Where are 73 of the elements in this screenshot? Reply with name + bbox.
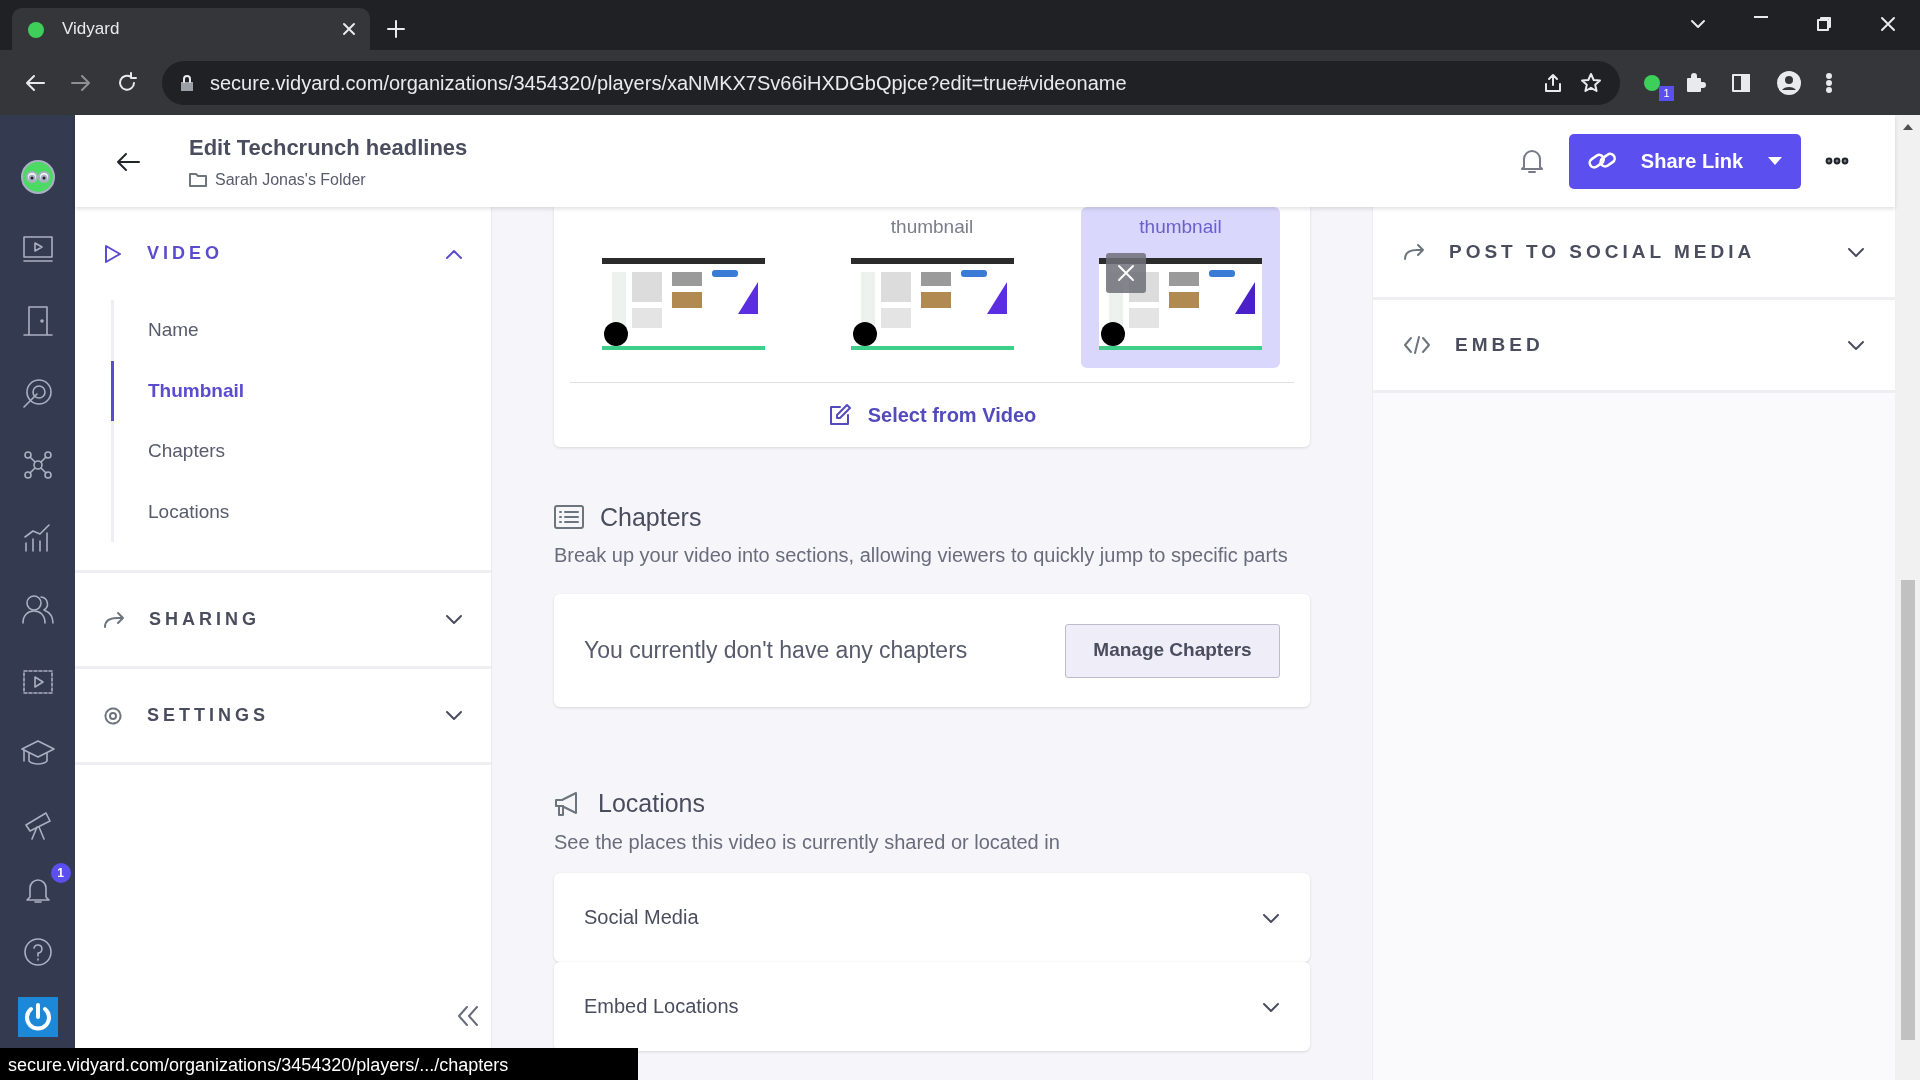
plus-icon	[386, 18, 406, 39]
power-icon[interactable]	[17, 997, 58, 1037]
section-header[interactable]: SHARING	[75, 573, 491, 666]
share-arrow-icon	[103, 610, 125, 629]
section-header[interactable]: SETTINGS	[75, 669, 491, 762]
extension-icon	[1644, 74, 1660, 91]
scrollbar-thumb[interactable]	[1900, 580, 1915, 1040]
share-link-button[interactable]: Share Link	[1569, 133, 1801, 189]
accordion-title: Social Media	[584, 905, 699, 930]
more-icon	[1826, 71, 1832, 94]
url-text: secure.vidyard.com/organizations/3454320/players/xaNMKX7Sv66iHXDGbQpjce?edit=true#videoname	[210, 70, 1128, 96]
section-title: POST TO SOCIAL MEDIA	[1449, 239, 1757, 264]
section-description: Break up your video into sections, allowing viewers to quickly jump to specific parts	[554, 543, 1289, 568]
manage-chapters-button[interactable]: Manage Chapters	[1065, 623, 1280, 678]
chevron-down-icon	[1262, 912, 1280, 925]
section-title: SHARING	[149, 608, 261, 631]
edit-icon	[827, 402, 852, 427]
section-heading: Chapters	[600, 501, 702, 533]
notification-badge: 1	[50, 863, 71, 883]
play-icon	[103, 242, 123, 265]
close-icon	[342, 22, 356, 36]
code-icon	[1403, 335, 1431, 355]
scroll-up-icon[interactable]	[1901, 123, 1914, 131]
reload-icon	[116, 71, 138, 94]
lock-icon	[180, 73, 194, 92]
section-heading: Locations	[598, 788, 706, 819]
folder-name: Sarah Jonas's Folder	[215, 169, 366, 190]
share-arrow-icon	[1403, 243, 1425, 261]
section-header[interactable]: VIDEO	[75, 207, 491, 300]
folder-icon	[189, 171, 207, 188]
accordion-item[interactable]: Embed Locations	[554, 961, 1310, 1051]
status-url: secure.vidyard.com/organizations/3454320/players/.../chapters	[0, 1048, 638, 1080]
extension-badge: 1	[1659, 85, 1674, 101]
profile-icon	[1776, 69, 1802, 96]
section-header[interactable]: POST TO SOCIAL MEDIA	[1373, 207, 1895, 300]
sidebar-icon	[1730, 71, 1752, 94]
share-icon	[1542, 71, 1564, 94]
more-icon	[1825, 157, 1849, 165]
settings-icon	[103, 705, 123, 726]
accordion-item[interactable]: Social Media	[554, 872, 1310, 962]
browser-tab[interactable]: Vidyard	[12, 8, 370, 50]
close-icon	[1117, 264, 1135, 282]
star-icon	[1580, 71, 1602, 94]
chevron-down-icon	[445, 710, 463, 723]
list-icon	[554, 505, 584, 530]
select-from-video-button[interactable]: Select from Video	[821, 398, 1043, 431]
thumbnail-label: thumbnail	[1138, 215, 1223, 239]
double-chevron-icon	[455, 1004, 481, 1028]
tab-title: Vidyard	[62, 18, 121, 41]
section-header[interactable]: EMBED	[1373, 300, 1895, 393]
accordion-title: Embed Locations	[584, 994, 739, 1019]
chevron-down-icon	[1847, 339, 1865, 352]
restore-icon	[1816, 16, 1832, 32]
thumbnail-label: thumbnail	[889, 215, 975, 239]
puzzle-icon	[1684, 71, 1706, 94]
close-icon	[1880, 16, 1896, 32]
caret-icon	[1767, 156, 1784, 166]
section-description: See the places this video is currently shared or located in	[554, 829, 1061, 855]
section-title: EMBED	[1455, 332, 1545, 357]
address-bar[interactable]: secure.vidyard.com/organizations/3454320/players/xaNMKX7Sv66iHXDGbQpjce?edit=true#videoname	[162, 60, 1620, 105]
chevron-up-icon	[445, 248, 463, 261]
thumbnail-option[interactable]: thumbnail	[832, 207, 1032, 368]
chevron-down-icon	[1847, 246, 1865, 259]
remove-button[interactable]	[1106, 253, 1146, 293]
chevron-down-icon	[1262, 1001, 1280, 1014]
section-title: VIDEO	[147, 242, 224, 265]
empty-message: You currently don't have any chapters	[584, 636, 968, 666]
bell-icon	[1519, 147, 1545, 175]
help-icon[interactable]	[22, 937, 53, 967]
page-title: Edit Techcrunch headlines	[189, 133, 468, 162]
chevron-down-icon	[445, 614, 463, 627]
thumbnail-option[interactable]: thumbnail	[1081, 207, 1280, 368]
section-title: SETTINGS	[147, 704, 270, 727]
